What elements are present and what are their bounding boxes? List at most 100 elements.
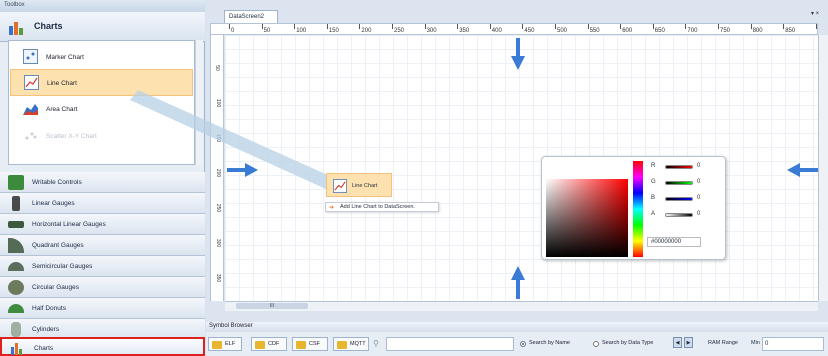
list-item-marker-chart[interactable]: Marker Chart bbox=[10, 44, 193, 71]
saturation-value-area[interactable] bbox=[546, 179, 628, 257]
ruler-label: 300 bbox=[426, 28, 437, 34]
ruler-label: 200 bbox=[361, 28, 372, 34]
channel-value-r[interactable]: 0 bbox=[697, 163, 700, 169]
ruler-label: 0 bbox=[231, 28, 235, 34]
toolbox-header-label: Charts bbox=[34, 21, 63, 31]
search-by-name-radio[interactable] bbox=[520, 341, 526, 347]
ruler-tick bbox=[229, 24, 230, 29]
button-label: MQTT bbox=[350, 341, 366, 347]
hue-slider[interactable] bbox=[633, 161, 643, 257]
color-picker: R 0 G 0 B 0 A 0 #00000000 bbox=[541, 156, 726, 260]
category-circular-gauges[interactable]: Circular Gauges bbox=[0, 277, 205, 298]
toolbox-title: Toolbox bbox=[0, 0, 205, 12]
folder-icon bbox=[212, 341, 222, 349]
slider-b[interactable] bbox=[665, 197, 693, 201]
charts-icon bbox=[9, 22, 23, 35]
ruler-tick bbox=[652, 24, 654, 29]
ruler-tick bbox=[294, 24, 296, 29]
search-by-name-label: Search by Name bbox=[529, 340, 570, 346]
category-quadrant-gauges[interactable]: Quadrant Gauges bbox=[0, 235, 205, 256]
ruler-tick bbox=[457, 24, 459, 29]
ruler-tick bbox=[620, 24, 622, 29]
tooltip-text: Add Line Chart to DataScreen. bbox=[340, 204, 415, 210]
ruler-tick bbox=[587, 24, 589, 29]
horizontal-gauge-icon bbox=[8, 221, 24, 228]
category-label: Cylinders bbox=[32, 326, 60, 333]
ruler-label: 300 bbox=[215, 238, 222, 248]
dragged-line-chart[interactable]: Line Chart bbox=[326, 173, 392, 197]
category-horizontal-linear-gauges[interactable]: Horizontal Linear Gauges bbox=[0, 214, 205, 235]
category-label: Half Donuts bbox=[32, 305, 66, 312]
category-label: Quadrant Gauges bbox=[32, 242, 84, 249]
ruler-label: 850 bbox=[785, 28, 796, 34]
horizontal-ruler: 0 50 100 150 200 250 300 350 400 450 500 550 600 650 7… bbox=[210, 23, 818, 35]
csf-button[interactable]: CSF bbox=[292, 337, 328, 351]
list-item-label: Marker Chart bbox=[46, 54, 84, 61]
ruler-label: 650 bbox=[654, 28, 665, 34]
ruler-label: 450 bbox=[524, 28, 535, 34]
category-charts[interactable]: Charts bbox=[0, 337, 205, 356]
search-by-type-radio[interactable] bbox=[593, 341, 599, 347]
workspace-close-button[interactable]: ▾ × bbox=[811, 10, 819, 17]
folder-icon bbox=[255, 341, 265, 349]
category-half-donuts[interactable]: Half Donuts bbox=[0, 298, 205, 319]
ruler-label: 100 bbox=[296, 28, 307, 34]
category-label: Semicircular Gauges bbox=[32, 263, 93, 270]
ruler-label: 250 bbox=[215, 203, 222, 213]
folder-icon bbox=[337, 341, 347, 349]
ruler-label: 350 bbox=[459, 28, 470, 34]
ruler-label: 250 bbox=[394, 28, 405, 34]
button-label: CDF bbox=[268, 341, 280, 347]
writable-controls-icon bbox=[8, 175, 24, 190]
next-button[interactable]: ▶ bbox=[684, 337, 693, 348]
ruler-label: 750 bbox=[720, 28, 731, 34]
channel-value-a[interactable]: 0 bbox=[697, 211, 700, 217]
ruler-tick bbox=[555, 24, 556, 29]
cylinder-icon bbox=[11, 322, 21, 337]
ruler-tick bbox=[489, 24, 491, 29]
category-label: Writable Controls bbox=[32, 179, 82, 186]
min-label: Min bbox=[751, 340, 760, 346]
ruler-tick bbox=[326, 24, 328, 29]
ruler-tick bbox=[750, 24, 752, 29]
folder-icon bbox=[296, 341, 306, 349]
ruler-tick bbox=[424, 24, 426, 29]
ruler-tick bbox=[392, 24, 393, 29]
symbol-search-input[interactable] bbox=[386, 337, 514, 351]
semicircular-gauge-icon bbox=[8, 262, 24, 271]
search-icon[interactable]: ⚲ bbox=[373, 339, 379, 348]
ruler-label: 350 bbox=[215, 273, 222, 283]
area-chart-icon bbox=[23, 104, 38, 115]
tab-datascreen2[interactable]: DataScreen2 bbox=[224, 10, 278, 23]
slider-r[interactable] bbox=[665, 165, 693, 169]
ram-range-label: RAM Range bbox=[708, 340, 738, 346]
ruler-label: 600 bbox=[622, 28, 633, 34]
list-item-label: Area Chart bbox=[46, 106, 78, 113]
line-chart-icon bbox=[333, 179, 347, 193]
elf-button[interactable]: ELF bbox=[208, 337, 242, 351]
prev-button[interactable]: ◀ bbox=[673, 337, 682, 348]
category-label: Linear Gauges bbox=[32, 200, 75, 207]
canvas-horizontal-scrollbar[interactable] bbox=[225, 301, 818, 311]
charts-icon bbox=[11, 343, 22, 355]
channel-label-b: B bbox=[651, 195, 656, 201]
hex-color-field[interactable]: #00000000 bbox=[647, 237, 701, 247]
horizontal-scroll-thumb[interactable]: III bbox=[236, 303, 308, 309]
ram-min-input[interactable]: 0 bbox=[762, 337, 824, 351]
symbol-browser-title: Symbol Browser bbox=[206, 322, 828, 332]
slider-g[interactable] bbox=[665, 181, 693, 185]
ruler-label: 150 bbox=[328, 28, 339, 34]
channel-label-g: G bbox=[651, 179, 656, 185]
channel-value-g[interactable]: 0 bbox=[697, 179, 700, 185]
slider-a[interactable] bbox=[665, 213, 693, 217]
cdf-button[interactable]: CDF bbox=[251, 337, 287, 351]
toolbox-category-header[interactable]: Charts bbox=[0, 12, 205, 42]
ruler-tick bbox=[261, 24, 263, 29]
channel-value-b[interactable]: 0 bbox=[697, 195, 700, 201]
category-semicircular-gauges[interactable]: Semicircular Gauges bbox=[0, 256, 205, 277]
canvas-vertical-scrollbar[interactable] bbox=[818, 35, 828, 301]
button-label: CSF bbox=[309, 341, 320, 347]
arrow-left-icon bbox=[787, 163, 818, 177]
marker-chart-icon bbox=[23, 49, 38, 64]
mqtt-button[interactable]: MQTT bbox=[333, 337, 369, 351]
